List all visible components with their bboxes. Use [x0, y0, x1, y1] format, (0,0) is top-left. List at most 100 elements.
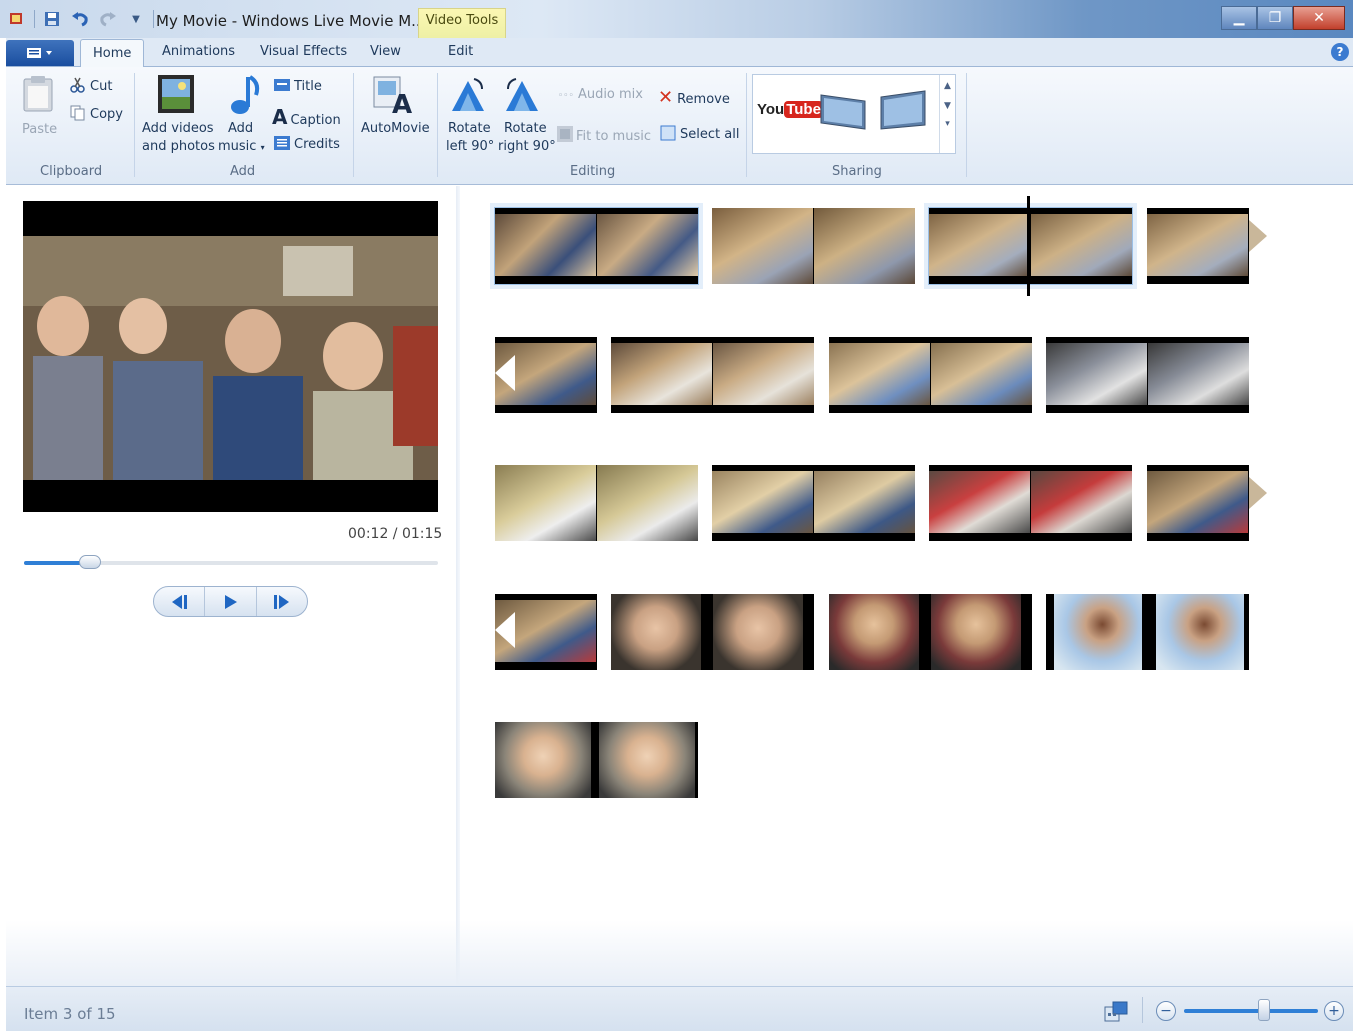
add-music-button[interactable]: music ▾ [218, 139, 265, 154]
group-separator [746, 73, 747, 177]
play-button[interactable] [205, 587, 257, 616]
title-bar: ▼ My Movie - Windows Live Movie M... Vid… [0, 0, 1353, 38]
credits-button[interactable]: Credits [274, 135, 340, 152]
rotate-left-label-1[interactable]: Rotate [448, 121, 491, 136]
svg-text:A: A [392, 90, 412, 115]
paste-label[interactable]: Paste [22, 122, 57, 137]
audio-mix-button[interactable]: ◦◦◦ Audio mix [558, 87, 643, 102]
automovie-label[interactable]: AutoMovie [361, 121, 430, 136]
clip-4[interactable] [1147, 208, 1249, 284]
audio-mix-label: Audio mix [577, 87, 643, 102]
rotate-right-icon[interactable] [502, 75, 544, 117]
clip-11[interactable] [929, 465, 1132, 541]
fit-to-music-button[interactable]: Fit to music [556, 125, 651, 144]
clip-7[interactable] [829, 337, 1032, 413]
add-music-label-2: music [218, 139, 257, 154]
video-preview[interactable] [23, 201, 438, 512]
rotate-right-label-2[interactable]: right 90° [498, 139, 556, 154]
monitor-icon[interactable] [819, 91, 869, 141]
rotate-right-label-1[interactable]: Rotate [504, 121, 547, 136]
group-separator [353, 73, 354, 177]
undo-icon[interactable] [69, 9, 91, 29]
previous-frame-button[interactable] [154, 587, 206, 616]
clip-6[interactable] [611, 337, 814, 413]
minimize-icon[interactable]: ▁ [1221, 6, 1257, 30]
playhead[interactable] [1027, 196, 1030, 296]
expand-gallery-icon[interactable]: ▾ [940, 119, 955, 129]
save-icon[interactable] [41, 9, 63, 29]
add-videos-label-1[interactable]: Add videos [142, 121, 214, 136]
tab-visual-effects[interactable]: Visual Effects [260, 44, 347, 59]
playback-time: 00:12 / 01:15 [348, 526, 443, 542]
quick-access-toolbar: ▼ [6, 9, 154, 29]
remove-button[interactable]: ✕ Remove [658, 87, 730, 108]
tab-animations[interactable]: Animations [162, 44, 235, 59]
rotate-left-icon[interactable] [448, 75, 490, 117]
editing-group-label: Editing [570, 164, 616, 179]
customize-dropdown-icon[interactable]: ▼ [125, 9, 147, 29]
add-videos-label-2[interactable]: and photos [142, 139, 215, 154]
clip-12[interactable] [1147, 465, 1249, 541]
redo-icon[interactable] [97, 9, 119, 29]
automovie-icon[interactable]: A [372, 75, 412, 120]
clip-10[interactable] [712, 465, 915, 541]
cut-label: Cut [90, 79, 113, 94]
clip-3[interactable] [928, 207, 1133, 285]
clip-1[interactable] [494, 207, 699, 285]
clip-8[interactable] [1046, 337, 1249, 413]
zoom-thumb[interactable] [1258, 999, 1270, 1021]
maximize-icon[interactable]: ❐ [1257, 6, 1293, 30]
cut-button[interactable]: Cut [70, 77, 112, 94]
video-tools-contextual-tab[interactable]: Video Tools [418, 8, 506, 38]
zoom-in-icon[interactable]: + [1324, 1001, 1344, 1021]
credits-label: Credits [294, 137, 340, 152]
scroll-down-icon[interactable]: ▼ [940, 101, 955, 111]
clip-15[interactable] [829, 594, 1032, 670]
tab-view[interactable]: View [370, 44, 401, 59]
title-icon [274, 77, 290, 93]
status-item-count: Item 3 of 15 [24, 1005, 116, 1023]
seek-thumb[interactable] [79, 555, 101, 569]
select-all-button[interactable]: Select all [660, 125, 739, 142]
clip-16[interactable] [1046, 594, 1249, 670]
next-frame-icon [273, 594, 289, 609]
clip-2[interactable] [712, 208, 915, 284]
rotate-left-label-2[interactable]: left 90° [446, 139, 494, 154]
copy-icon [70, 105, 86, 121]
storyboard-pane[interactable] [460, 186, 1353, 986]
transition-arrow [495, 355, 515, 391]
close-icon[interactable]: ✕ [1293, 6, 1345, 30]
scissors-icon [70, 77, 86, 93]
caption-button[interactable]: A Caption [272, 105, 341, 129]
video-frame [23, 236, 438, 480]
zoom-out-icon[interactable]: − [1156, 1001, 1176, 1021]
zoom-slider[interactable] [1184, 1009, 1318, 1013]
add-videos-icon[interactable] [156, 73, 196, 119]
add-music-label-1[interactable]: Add [228, 121, 253, 136]
app-menu-button[interactable] [6, 40, 74, 66]
help-icon[interactable]: ? [1331, 43, 1349, 61]
gallery-scroll[interactable]: ▲ ▼ ▾ [939, 75, 955, 153]
youtube-logo[interactable]: You Tube [757, 101, 823, 125]
play-icon [225, 594, 238, 609]
tab-home[interactable]: Home [80, 39, 145, 68]
seek-bar[interactable] [24, 555, 438, 569]
fit-to-music-icon [556, 125, 573, 142]
transition-arrow [495, 612, 515, 648]
paste-icon[interactable] [22, 75, 56, 117]
caption-label: Caption [290, 113, 341, 128]
tab-edit[interactable]: Edit [448, 44, 473, 59]
thumbnail-size-icon[interactable] [1104, 1001, 1128, 1027]
monitor-hd-icon[interactable] [879, 89, 929, 139]
clip-9[interactable] [495, 465, 698, 541]
next-frame-button[interactable] [257, 587, 307, 616]
music-note-icon[interactable] [228, 73, 262, 119]
app-icon[interactable] [6, 9, 28, 29]
transition-arrow [1249, 220, 1267, 252]
title-button[interactable]: Title [274, 77, 322, 94]
scroll-up-icon[interactable]: ▲ [940, 81, 955, 91]
clip-14[interactable] [611, 594, 814, 670]
transition-arrow [1249, 477, 1267, 509]
clip-17[interactable] [495, 722, 698, 798]
copy-button[interactable]: Copy [70, 105, 123, 122]
